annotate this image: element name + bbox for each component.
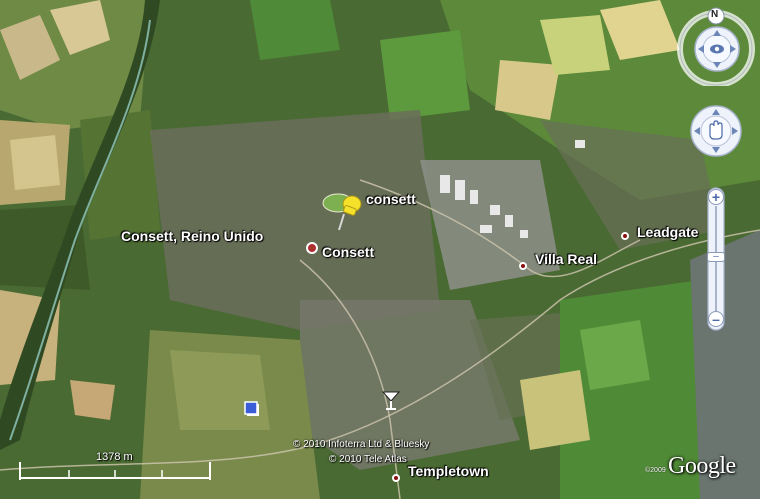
zoom-out-icon[interactable]: – xyxy=(708,311,724,327)
town-label-leadgate[interactable]: Leadgate xyxy=(637,224,698,240)
photo-square-icon[interactable] xyxy=(243,400,261,418)
zoom-in-icon[interactable]: + xyxy=(708,189,724,205)
martini-glass-icon[interactable] xyxy=(381,389,401,411)
region-label: Consett, Reino Unido xyxy=(121,228,264,244)
map-view[interactable]: consett Consett, Reino Unido Consett Lea… xyxy=(0,0,760,499)
town-dot-icon[interactable] xyxy=(621,232,629,240)
town-dot-icon[interactable] xyxy=(392,474,400,482)
town-label-templetown[interactable]: Templetown xyxy=(408,463,489,479)
zoom-level-handle[interactable]: – xyxy=(707,252,725,262)
town-label-consett[interactable]: Consett xyxy=(322,244,374,260)
town-label-villa-real[interactable]: Villa Real xyxy=(535,251,597,267)
town-dot-icon[interactable] xyxy=(306,242,318,254)
imagery-credit: © 2010 Infoterra Ltd & Bluesky xyxy=(293,439,430,450)
compass-north-label[interactable]: N xyxy=(711,9,718,20)
imagery-credit: © 2010 Tele Atlas xyxy=(329,454,407,465)
town-dot-icon[interactable] xyxy=(519,262,527,270)
satellite-imagery[interactable] xyxy=(0,0,760,499)
google-logo: Google xyxy=(668,453,736,479)
logo-copyright: ©2009 xyxy=(645,467,666,474)
move-hand-icon[interactable] xyxy=(689,104,743,158)
look-joystick-icon[interactable] xyxy=(693,25,741,73)
placemark-label[interactable]: consett xyxy=(366,191,416,207)
scale-label: 1378 m xyxy=(96,451,133,463)
placemark-pushpin-icon[interactable] xyxy=(336,192,364,232)
